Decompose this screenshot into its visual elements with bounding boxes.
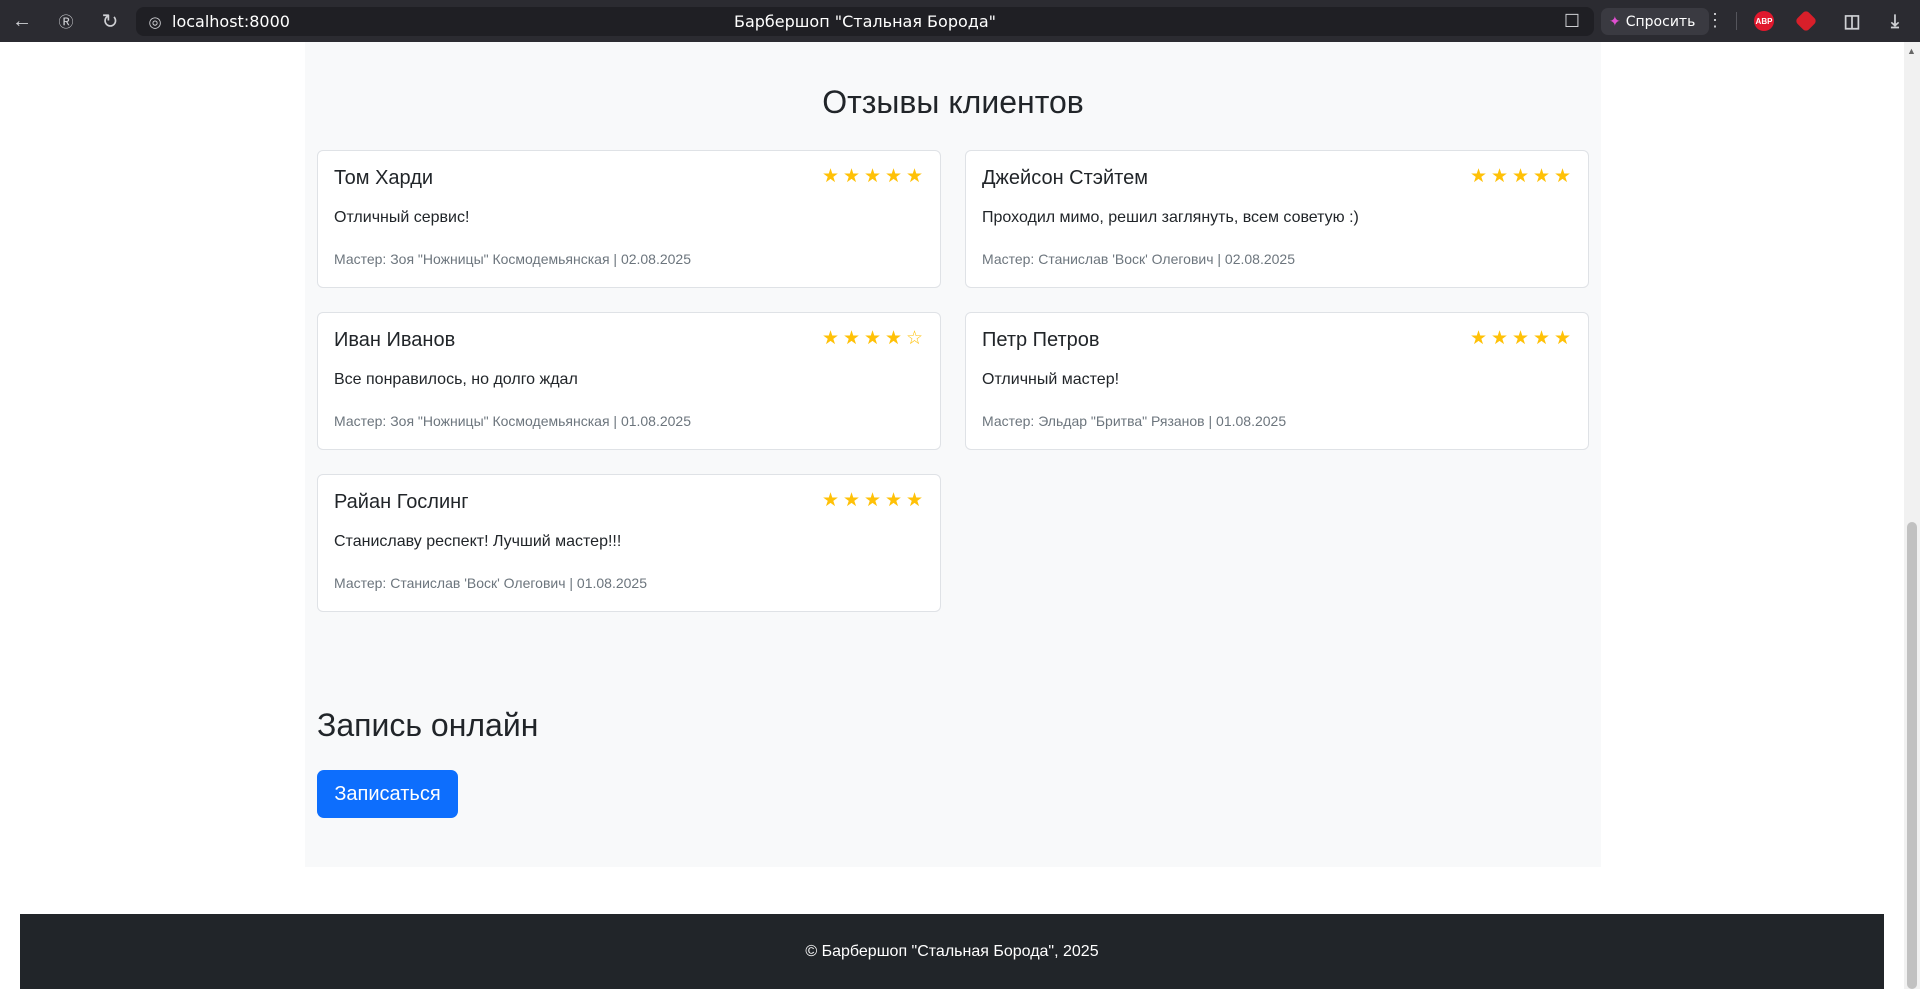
booking-title: Запись онлайн	[317, 707, 539, 743]
review-card: Иван Иванов ★ ★ ★ ★ ☆ Все понравилось, но долг…	[317, 312, 941, 450]
scroll-up-icon[interactable]: ▲	[1907, 46, 1916, 56]
review-meta: Мастер: Эльдар "Бритва" Рязанов | 01.08.…	[982, 413, 1287, 429]
scroll-thumb[interactable]	[1907, 522, 1917, 989]
star-filled-icon: ★	[1553, 328, 1572, 349]
star-filled-icon: ★	[884, 166, 903, 187]
review-meta: Мастер: Станислав 'Воск' Олегович | 02.0…	[982, 251, 1295, 267]
globe-icon: ◎	[148, 13, 162, 31]
star-filled-icon: ★	[1469, 166, 1488, 187]
page-viewport: Отзывы клиентов Том Харди ★ ★ ★ ★ ★ Отличный с…	[0, 42, 1920, 989]
yandex-icon[interactable]: Ⓡ	[44, 0, 88, 42]
review-author: Иван Иванов	[334, 329, 456, 351]
review-author: Петр Петров	[982, 329, 1100, 351]
url-text[interactable]: localhost:8000	[172, 12, 290, 31]
rating-stars: ★ ★ ★ ★ ★	[821, 165, 924, 189]
review-text: Станиславу респект! Лучший мастер!!!	[334, 533, 622, 550]
rating-stars: ★ ★ ★ ★ ★	[1469, 327, 1572, 351]
review-text: Все понравилось, но долго ждал	[334, 371, 578, 388]
star-filled-icon: ★	[1511, 328, 1530, 349]
review-author: Джейсон Стэйтем	[982, 167, 1148, 189]
book-button[interactable]: Записаться	[317, 770, 458, 818]
review-card: Петр Петров ★ ★ ★ ★ ★ Отличный мастер! Мастер: …	[965, 312, 1589, 450]
star-filled-icon: ★	[842, 166, 861, 187]
star-filled-icon: ★	[842, 490, 861, 511]
footer-text: © Барбершоп "Стальная Борода", 2025	[805, 942, 1099, 960]
star-filled-icon: ★	[1469, 328, 1488, 349]
review-meta: Мастер: Станислав 'Воск' Олегович | 01.0…	[334, 575, 647, 591]
star-filled-icon: ★	[842, 328, 861, 349]
star-filled-icon: ★	[1490, 166, 1509, 187]
ask-label: Спросить	[1625, 13, 1696, 30]
review-card: Джейсон Стэйтем ★ ★ ★ ★ ★ Проходил мимо, решил…	[965, 150, 1589, 288]
star-filled-icon: ★	[863, 166, 882, 187]
star-filled-icon: ★	[884, 328, 903, 349]
rating-stars: ★ ★ ★ ★ ★	[1469, 165, 1572, 189]
footer: © Барбершоп "Стальная Борода", 2025	[20, 914, 1884, 989]
star-filled-icon: ★	[905, 490, 924, 511]
star-filled-icon: ★	[1553, 166, 1572, 187]
bookmark-icon[interactable]: ☐	[1564, 11, 1580, 32]
star-filled-icon: ★	[1532, 328, 1551, 349]
address-bar[interactable]: ◎ localhost:8000 Барбершоп "Стальная Бор…	[136, 7, 1594, 36]
star-filled-icon: ★	[905, 166, 924, 187]
star-filled-icon: ★	[863, 490, 882, 511]
menu-dots-icon[interactable]: ⋮	[1706, 10, 1724, 31]
download-icon[interactable]: ⤓	[1885, 11, 1905, 31]
back-icon[interactable]: ←	[0, 0, 44, 42]
ask-button[interactable]: ✦ Спросить	[1601, 8, 1709, 35]
review-meta: Мастер: Зоя "Ножницы" Космодемьянская | …	[334, 251, 692, 267]
star-filled-icon: ★	[1511, 166, 1530, 187]
star-empty-icon: ☆	[905, 328, 924, 349]
star-filled-icon: ★	[821, 328, 840, 349]
scrollbar[interactable]: ▲	[1904, 42, 1920, 989]
toolbar-divider	[1736, 12, 1737, 30]
tab-title: Барбершоп "Стальная Борода"	[733, 12, 996, 31]
review-text: Проходил мимо, решил заглянуть, всем сов…	[982, 209, 1359, 226]
review-text: Отличный мастер!	[982, 371, 1120, 388]
rating-stars: ★ ★ ★ ★ ★	[821, 489, 924, 513]
rating-stars: ★ ★ ★ ★ ☆	[821, 327, 924, 351]
browser-toolbar: ← Ⓡ ↻ ◎ localhost:8000 Барбершоп "Стальн…	[0, 0, 1920, 42]
ask-icon: ✦	[1609, 13, 1621, 30]
review-author: Том Харди	[334, 167, 434, 189]
star-filled-icon: ★	[821, 490, 840, 511]
content-section: Отзывы клиентов Том Харди ★ ★ ★ ★ ★ Отличный с…	[305, 42, 1601, 867]
star-filled-icon: ★	[1490, 328, 1509, 349]
review-author: Райан Гослинг	[334, 491, 469, 513]
reviews-title: Отзывы клиентов	[822, 84, 1084, 120]
star-filled-icon: ★	[884, 490, 903, 511]
adblock-icon[interactable]: ABP	[1754, 11, 1774, 31]
extension-icon[interactable]	[1794, 9, 1818, 33]
review-card: Том Харди ★ ★ ★ ★ ★ Отличный сервис! Мастер: Зо…	[317, 150, 941, 288]
star-filled-icon: ★	[1532, 166, 1551, 187]
star-filled-icon: ★	[863, 328, 882, 349]
sidebar-icon[interactable]: ◫	[1842, 11, 1862, 31]
review-meta: Мастер: Зоя "Ножницы" Космодемьянская | …	[334, 413, 692, 429]
review-text: Отличный сервис!	[334, 209, 470, 226]
star-filled-icon: ★	[821, 166, 840, 187]
reload-icon[interactable]: ↻	[88, 0, 132, 42]
review-card: Райан Гослинг ★ ★ ★ ★ ★ Станиславу респект! Лу…	[317, 474, 941, 612]
